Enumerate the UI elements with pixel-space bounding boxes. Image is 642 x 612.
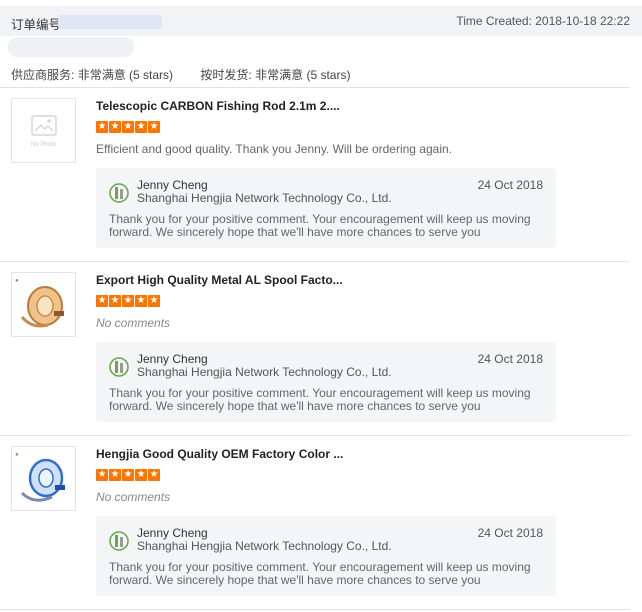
star-rating: ★ ★ ★ ★ ★ xyxy=(96,295,160,308)
reply-author: Jenny Cheng xyxy=(137,352,208,366)
buyer-comment: No comments xyxy=(96,490,171,504)
star-icon: ★ xyxy=(135,121,147,133)
buyer-comment: No comments xyxy=(96,316,171,330)
supplier-reply: Jenny Cheng Shanghai Hengjia Network Tec… xyxy=(96,516,556,596)
supplier-service-rating: 供应商服务: 非常满意 (5 stars) xyxy=(11,68,176,82)
star-icon: ★ xyxy=(122,469,134,481)
product-thumbnail[interactable]: ● xyxy=(11,272,76,337)
star-icon: ★ xyxy=(122,295,134,307)
star-icon: ★ xyxy=(148,295,160,307)
no-photo-icon: No Photo xyxy=(12,99,75,162)
reply-author: Jenny Cheng xyxy=(137,526,208,540)
product-thumbnail[interactable]: ● xyxy=(11,446,76,511)
star-icon: ★ xyxy=(135,295,147,307)
product-thumbnail-placeholder[interactable]: No Photo xyxy=(11,98,76,163)
reply-date: 24 Oct 2018 xyxy=(477,526,543,540)
buyer-comment: Efficient and good quality. Thank you Je… xyxy=(96,142,452,156)
order-number-redacted xyxy=(58,15,162,29)
review-item: ● Export High Quality Metal AL Spool Fac… xyxy=(0,262,642,422)
review-item: ● Hengjia Good Quality OEM Factory Color… xyxy=(0,436,642,596)
star-icon: ★ xyxy=(109,121,121,133)
shipping-rating: 按时发货: 非常满意 (5 stars) xyxy=(200,68,350,82)
supplier-reply: Jenny Cheng Shanghai Hengjia Network Tec… xyxy=(96,342,556,422)
reply-text: Thank you for your positive comment. You… xyxy=(109,560,531,587)
star-icon: ★ xyxy=(109,295,121,307)
thumb-logo-icon: ● xyxy=(15,452,19,458)
thumb-logo-icon: ● xyxy=(15,278,19,284)
redacted-field xyxy=(8,37,134,57)
star-icon: ★ xyxy=(109,469,121,481)
star-icon: ★ xyxy=(122,121,134,133)
divider xyxy=(0,609,630,610)
reply-author: Jenny Cheng xyxy=(137,178,208,192)
reply-company: Shanghai Hengjia Network Technology Co.,… xyxy=(137,191,392,205)
supplier-service-label: 供应商服务: xyxy=(11,68,75,82)
star-rating: ★ ★ ★ ★ ★ xyxy=(96,469,160,482)
company-logo-icon xyxy=(109,531,129,551)
product-title[interactable]: Hengjia Good Quality OEM Factory Color .… xyxy=(96,447,343,461)
reply-company: Shanghai Hengjia Network Technology Co.,… xyxy=(137,539,392,553)
product-title[interactable]: Export High Quality Metal AL Spool Facto… xyxy=(96,273,343,287)
order-number-label: 订单编号 xyxy=(11,18,62,32)
star-icon: ★ xyxy=(96,121,108,133)
reply-company: Shanghai Hengjia Network Technology Co.,… xyxy=(137,365,392,379)
star-icon: ★ xyxy=(135,469,147,481)
review-item: No Photo Telescopic CARBON Fishing Rod 2… xyxy=(0,88,642,248)
overall-ratings: 供应商服务: 非常满意 (5 stars) 按时发货: 非常满意 (5 star… xyxy=(11,66,374,83)
shipping-value: 非常满意 xyxy=(255,68,304,82)
supplier-service-stars: (5 stars) xyxy=(129,68,174,82)
reply-date: 24 Oct 2018 xyxy=(477,178,543,192)
reply-date: 24 Oct 2018 xyxy=(477,352,543,366)
reply-text: Thank you for your positive comment. You… xyxy=(109,212,531,239)
company-logo-icon xyxy=(109,183,129,203)
star-rating: ★ ★ ★ ★ ★ xyxy=(96,121,160,134)
time-created: Time Created: 2018-10-18 22:22 xyxy=(456,14,630,28)
no-photo-text: No Photo xyxy=(31,142,57,148)
product-title[interactable]: Telescopic CARBON Fishing Rod 2.1m 2.... xyxy=(96,99,340,113)
shipping-stars: (5 stars) xyxy=(306,68,351,82)
reply-text: Thank you for your positive comment. You… xyxy=(109,386,531,413)
star-icon: ★ xyxy=(96,469,108,481)
fishing-reel-image: ● xyxy=(12,447,75,510)
star-icon: ★ xyxy=(96,295,108,307)
order-header: 订单编号 Time Created: 2018-10-18 22:22 xyxy=(0,6,642,36)
supplier-reply: Jenny Cheng Shanghai Hengjia Network Tec… xyxy=(96,168,556,248)
star-icon: ★ xyxy=(148,121,160,133)
shipping-label: 按时发货: xyxy=(200,68,252,82)
supplier-service-value: 非常满意 xyxy=(77,68,126,82)
star-icon: ★ xyxy=(148,469,160,481)
company-logo-icon xyxy=(109,357,129,377)
fishing-reel-image: ● xyxy=(12,273,75,336)
